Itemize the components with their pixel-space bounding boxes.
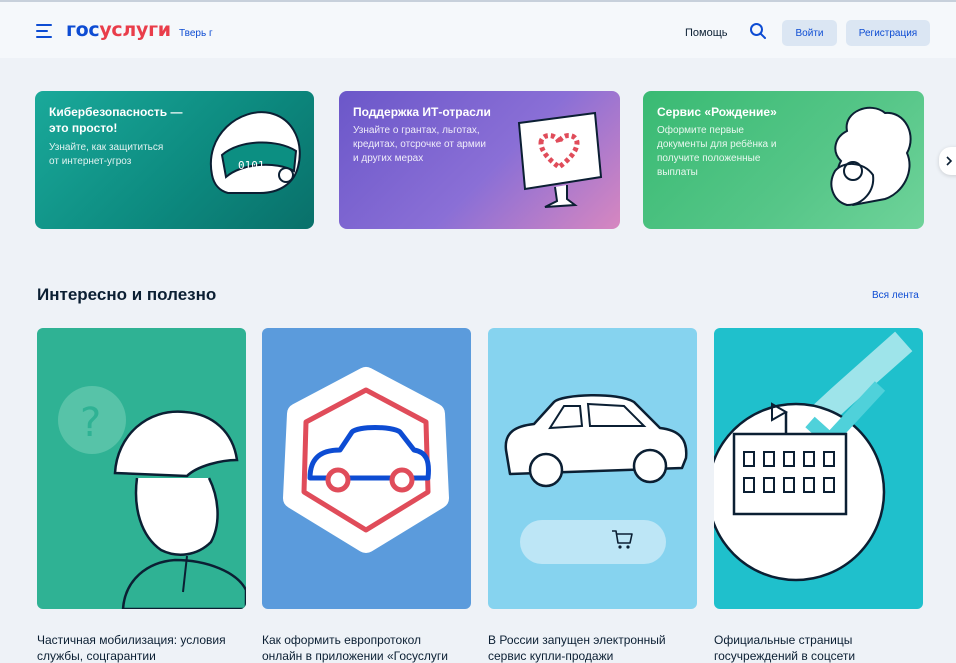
banner-it-support[interactable]: Поддержка ИТ-отрасли Узнайте о грантах, … <box>339 91 620 229</box>
card-title[interactable]: Как оформить европротокол онлайн в прилож… <box>262 632 477 663</box>
banner-title: Кибербезопасность — это просто! <box>49 105 183 135</box>
register-button[interactable]: Регистрация <box>846 20 930 46</box>
carousel-next-button[interactable] <box>939 147 956 175</box>
login-button[interactable]: Войти <box>782 20 837 46</box>
banner-text: Узнайте о грантах, льготах, кредитах, отс… <box>353 125 486 164</box>
search-icon[interactable] <box>749 22 767 40</box>
soldier-illustration: ? <box>58 386 246 609</box>
banner-title: Сервис «Рождение» <box>657 105 777 119</box>
feed-card-mobilization[interactable]: ? <box>37 328 246 609</box>
feed-card-europrotocol[interactable] <box>262 328 471 609</box>
section-title: Интересно и полезно <box>37 285 217 304</box>
chevron-right-icon <box>946 156 953 166</box>
svg-text:0101: 0101 <box>238 159 265 172</box>
banner-birth-service[interactable]: Сервис «Рождение» Оформите первые докумен… <box>643 91 924 229</box>
banner-text: Оформите первые документы для ребёнка и по… <box>657 125 777 178</box>
official-building-illustration <box>714 331 913 582</box>
mother-child-illustration <box>830 106 912 207</box>
card-title[interactable]: В России запущен электронный сервис купли… <box>488 632 703 663</box>
banner-cybersecurity[interactable]: Кибербезопасность — это просто! Узнайте, … <box>35 91 314 229</box>
gosuslugi-logo[interactable]: госуслуги <box>66 19 171 41</box>
all-feed-link[interactable]: Вся лента <box>872 290 919 301</box>
menu-icon[interactable] <box>36 24 54 38</box>
feed-card-official-pages[interactable] <box>714 328 923 609</box>
car-hexagon-illustration <box>283 367 449 553</box>
help-link[interactable]: Помощь <box>685 27 728 39</box>
banner-title: Поддержка ИТ-отрасли <box>353 105 491 119</box>
card-title[interactable]: Официальные страницы госучреждений в соцс… <box>714 632 929 663</box>
monitor-illustration <box>517 111 603 208</box>
svg-text:?: ? <box>80 400 101 446</box>
top-navigation-bar: госуслуги Тверь г Помощь Войти Регистрац… <box>0 0 956 58</box>
city-selector[interactable]: Тверь г <box>179 28 213 39</box>
car-sale-illustration <box>504 394 688 564</box>
card-title[interactable]: Частичная мобилизация: условия службы, со… <box>37 632 252 663</box>
cart-icon <box>612 530 633 549</box>
banner-text: Узнайте, как защититься от интернет-угроз <box>49 142 164 167</box>
helmet-illustration: 0101 <box>209 111 301 194</box>
feed-card-car-sale[interactable] <box>488 328 697 609</box>
